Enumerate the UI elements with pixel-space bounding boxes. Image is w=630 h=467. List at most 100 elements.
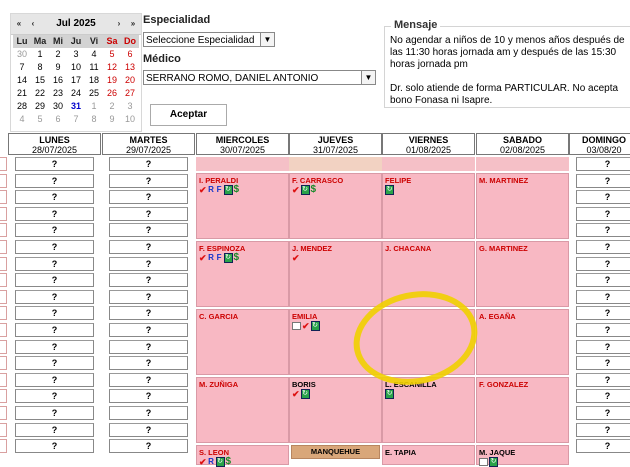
dollar-icon[interactable]: $	[311, 185, 317, 195]
calendar-day[interactable]: 4	[13, 113, 31, 126]
empty-slot[interactable]: ?	[576, 306, 630, 321]
r-letter-icon[interactable]: R	[208, 253, 215, 263]
empty-slot[interactable]: ?	[576, 356, 630, 371]
appointment-block[interactable]: I. PERALDI ✔ R F ↻ $	[196, 173, 289, 239]
appointment-manquehue[interactable]: MANQUEHUE	[291, 445, 380, 459]
appointment-block[interactable]: F. GONZALEZ	[476, 377, 569, 443]
refresh-icon[interactable]: ↻	[215, 457, 225, 467]
appointment-block[interactable]: F. CARRASCO ✔ ↻ $	[289, 173, 382, 239]
empty-slot[interactable]: ?	[109, 339, 188, 354]
empty-slot[interactable]: ?	[576, 240, 630, 254]
empty-slot[interactable]: ?	[576, 223, 630, 238]
calendar-day[interactable]: 17	[67, 74, 85, 87]
appointment-block[interactable]: A. EGAÑA	[476, 309, 569, 375]
refresh-icon[interactable]: ↻	[300, 389, 310, 399]
calendar-day[interactable]: 5	[103, 48, 121, 61]
empty-slot[interactable]: ?	[109, 157, 188, 171]
calendar-day[interactable]: 31	[67, 100, 85, 113]
empty-slot[interactable]: ?	[109, 389, 188, 404]
calendar-day[interactable]: 26	[103, 87, 121, 100]
check-icon[interactable]: ✔	[199, 253, 207, 263]
appointment-block[interactable]: M. MARTINEZ	[476, 173, 569, 239]
calendar-day[interactable]: 23	[49, 87, 67, 100]
empty-slot[interactable]: ?	[109, 173, 188, 188]
calendar-day[interactable]: 1	[85, 100, 103, 113]
empty-slot[interactable]: ?	[15, 206, 94, 221]
empty-slot[interactable]: ?	[576, 273, 630, 288]
dollar-icon[interactable]: $	[226, 457, 232, 467]
appointment-block[interactable]: C. GARCIA	[196, 309, 289, 375]
appointment-block[interactable]: G. MARTINEZ	[476, 241, 569, 307]
calendar-day[interactable]: 27	[121, 87, 139, 100]
medico-select[interactable]: SERRANO ROMO, DANIEL ANTONIO ▼	[143, 70, 376, 85]
empty-slot[interactable]: ?	[109, 223, 188, 238]
calendar-day[interactable]: 14	[13, 74, 31, 87]
check-icon[interactable]: ✔	[292, 185, 300, 195]
empty-slot[interactable]: ?	[15, 306, 94, 321]
refresh-icon[interactable]: ↻	[385, 185, 394, 195]
appointment-block[interactable]: S. LEON ✔ R ↻ $	[196, 445, 289, 467]
empty-slot[interactable]: ?	[15, 422, 94, 437]
refresh-icon[interactable]: ↻	[223, 253, 233, 263]
empty-slot[interactable]: ?	[15, 223, 94, 238]
refresh-icon[interactable]: ↻	[223, 185, 233, 195]
empty-slot[interactable]: ?	[576, 422, 630, 437]
calendar-day[interactable]: 13	[121, 61, 139, 74]
appointment-block[interactable]: F. ESPINOZA ✔ R F ↻ $	[196, 241, 289, 307]
calendar-day[interactable]: 3	[121, 100, 139, 113]
calendar-day[interactable]: 6	[49, 113, 67, 126]
prev-year-icon[interactable]: «	[13, 17, 25, 30]
calendar-day[interactable]: 10	[67, 61, 85, 74]
especialidad-select[interactable]: Seleccione Especialidad ▼	[143, 32, 275, 47]
calendar-day[interactable]: 28	[13, 100, 31, 113]
empty-slot[interactable]: ?	[109, 240, 188, 254]
refresh-icon[interactable]: ↻	[489, 457, 498, 467]
calendar-day[interactable]: 21	[13, 87, 31, 100]
empty-slot[interactable]: ?	[15, 240, 94, 254]
empty-slot[interactable]: ?	[576, 406, 630, 420]
calendar-day[interactable]: 7	[67, 113, 85, 126]
empty-slot[interactable]: ?	[109, 439, 188, 454]
calendar-day[interactable]: 10	[121, 113, 139, 126]
appointment-block[interactable]: M. JAQUE ↻	[476, 445, 569, 467]
empty-slot[interactable]: ?	[576, 339, 630, 354]
next-month-icon[interactable]: ›	[113, 17, 125, 30]
empty-slot[interactable]: ?	[15, 339, 94, 354]
empty-slot[interactable]: ?	[109, 372, 188, 387]
check-icon[interactable]: ✔	[292, 389, 300, 399]
calendar-day[interactable]: 24	[67, 87, 85, 100]
empty-slot[interactable]: ?	[109, 289, 188, 304]
empty-slot[interactable]: ?	[15, 173, 94, 188]
appointment-block[interactable]: E. TAPIA	[382, 445, 475, 465]
calendar-day[interactable]: 1	[31, 48, 49, 61]
empty-slot[interactable]: ?	[576, 289, 630, 304]
empty-slot[interactable]: ?	[576, 323, 630, 337]
empty-slot[interactable]: ?	[576, 372, 630, 387]
empty-slot[interactable]: ?	[576, 173, 630, 188]
empty-slot[interactable]: ?	[15, 406, 94, 420]
empty-slot[interactable]: ?	[109, 273, 188, 288]
empty-slot[interactable]: ?	[109, 190, 188, 205]
calendar-day[interactable]: 8	[31, 61, 49, 74]
empty-slot[interactable]: ?	[15, 389, 94, 404]
empty-slot[interactable]: ?	[15, 157, 94, 171]
calendar-day[interactable]: 2	[49, 48, 67, 61]
check-icon[interactable]: ✔	[199, 185, 207, 195]
appointment-block[interactable]: J. MENDEZ ✔	[289, 241, 382, 307]
calendar-day[interactable]: 20	[121, 74, 139, 87]
calendar-day[interactable]: 22	[31, 87, 49, 100]
calendar-day[interactable]: 19	[103, 74, 121, 87]
calendar-day[interactable]: 18	[85, 74, 103, 87]
calendar-day[interactable]: 30	[49, 100, 67, 113]
calendar-day[interactable]: 30	[13, 48, 31, 61]
empty-slot[interactable]: ?	[109, 406, 188, 420]
empty-slot[interactable]: ?	[109, 306, 188, 321]
calendar-day[interactable]: 16	[49, 74, 67, 87]
dollar-icon[interactable]: $	[234, 185, 240, 195]
calendar-day[interactable]: 3	[67, 48, 85, 61]
prev-month-icon[interactable]: ‹	[27, 17, 39, 30]
check-icon[interactable]: ✔	[302, 321, 310, 331]
refresh-icon[interactable]: ↻	[385, 389, 394, 399]
empty-slot[interactable]: ?	[15, 323, 94, 337]
empty-slot[interactable]: ?	[109, 323, 188, 337]
